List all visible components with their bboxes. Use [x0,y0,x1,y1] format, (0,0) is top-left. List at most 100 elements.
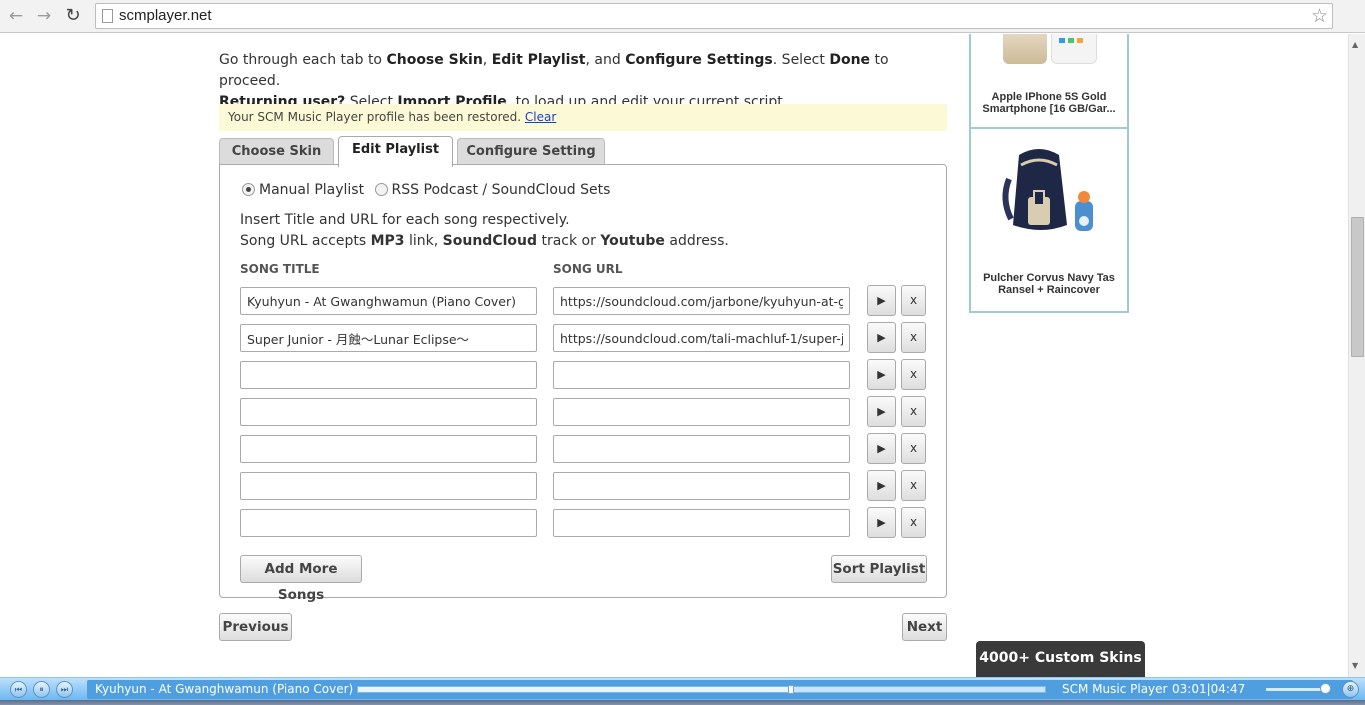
ad-caption-line: Smartphone [16 GB/Gar... [982,103,1116,115]
bookmark-star-icon[interactable]: ☆ [1311,5,1328,27]
app-icon-image [1077,38,1083,43]
page-scrollbar[interactable]: ▲ ▼ [1348,34,1365,677]
intro-text-part: Go through each tab to [219,52,387,68]
song-title-input[interactable] [240,398,537,426]
sort-playlist-button[interactable]: Sort Playlist [831,555,927,583]
song-row: ▶ x [240,396,930,427]
instr-part: track or [537,233,601,249]
pause-icon[interactable]: ⏸ [33,681,50,698]
song-url-input[interactable] [553,361,850,389]
ad-item-backpack[interactable]: Pulcher Corvus Navy Tas Ransel + Raincov… [971,131,1127,313]
remove-song-button[interactable]: x [901,433,926,464]
player-name: SCM Music Player [1062,682,1168,696]
song-url-input[interactable] [553,435,850,463]
intro-text-part: , and [585,52,626,68]
song-row: ▶ x [240,470,930,501]
previous-track-icon[interactable]: ⏮ [10,681,27,698]
next-button[interactable]: Next [902,613,947,641]
now-playing-title[interactable]: Kyuhyun - At Gwanghwamun (Piano Cover) [95,681,353,698]
song-url-input[interactable] [553,287,850,315]
notice-text: Your SCM Music Player profile has been r… [228,110,525,124]
song-url-input[interactable] [553,509,850,537]
intro-text-part: , [482,52,492,68]
song-row: ▶ x [240,359,930,390]
volume-knob[interactable] [1320,683,1331,694]
remove-song-button[interactable]: x [901,396,926,427]
play-song-button[interactable]: ▶ [867,470,896,501]
edit-playlist-panel: Manual Playlist RSS Podcast / SoundCloud… [219,164,947,603]
song-row: ▶ x [240,433,930,464]
intro-done: Done [829,52,871,68]
sidebar-ad[interactable]: Apple IPhone 5S Gold Smartphone [16 GB/G… [969,34,1129,313]
play-song-button[interactable]: ▶ [867,433,896,464]
address-bar[interactable]: scmplayer.net ☆ [95,3,1333,29]
back-arrow-icon[interactable]: ← [5,6,27,26]
rss-podcast-label[interactable]: RSS Podcast / SoundCloud Sets [392,182,611,198]
remove-song-button[interactable]: x [901,470,926,501]
playlist-mode: Manual Playlist RSS Podcast / SoundCloud… [242,182,616,198]
scroll-down-arrow-icon[interactable]: ▼ [1352,661,1358,670]
tab-configure-setting[interactable]: Configure Setting [457,138,605,166]
song-title-input[interactable] [240,361,537,389]
gold-phone-image [1003,34,1047,64]
playback-progress[interactable] [357,685,1046,694]
volume-slider[interactable] [1266,688,1328,691]
song-url-input[interactable] [553,472,850,500]
restored-notice: Your SCM Music Player profile has been r… [219,104,947,131]
expand-playlist-icon[interactable]: ⊕ [1342,681,1359,698]
play-song-button[interactable]: ▶ [867,285,896,316]
next-track-icon[interactable]: ⏭ [56,681,73,698]
instr-part: Song URL accepts [240,233,371,249]
url-text[interactable]: scmplayer.net [119,7,212,24]
previous-button[interactable]: Previous [219,613,292,641]
play-song-button[interactable]: ▶ [867,322,896,353]
song-title-input[interactable] [240,435,537,463]
scroll-up-arrow-icon[interactable]: ▲ [1352,40,1358,49]
song-title-header: SONG TITLE [240,262,320,276]
clear-link[interactable]: Clear [525,110,556,124]
song-title-input[interactable] [240,287,537,315]
song-row: ▶ x [240,285,930,316]
remove-song-button[interactable]: x [901,507,926,538]
tab-choose-skin[interactable]: Choose Skin [219,138,334,166]
add-more-songs-button[interactable]: Add More Songs [240,555,362,603]
play-song-button[interactable]: ▶ [867,359,896,390]
os-taskbar [0,700,1365,705]
scrollbar-thumb[interactable] [1351,217,1364,357]
song-row: ▶ x [240,322,930,353]
intro-choose-skin: Choose Skin [386,52,483,68]
manual-playlist-label[interactable]: Manual Playlist [259,182,364,198]
remove-song-button[interactable]: x [901,285,926,316]
remove-song-button[interactable]: x [901,322,926,353]
intro-configure-settings: Configure Settings [625,52,773,68]
ad-item-iphone[interactable]: Apple IPhone 5S Gold Smartphone [16 GB/G… [971,34,1127,129]
ad-caption-line: Apple IPhone 5S Gold [991,91,1107,103]
rss-podcast-radio[interactable] [374,183,388,196]
ad-caption-line: Pulcher Corvus Navy Tas [983,272,1115,284]
intro-edit-playlist: Edit Playlist [491,52,586,68]
tab-edit-playlist[interactable]: Edit Playlist [338,136,453,167]
playlist-instructions: Insert Title and URL for each song respe… [240,210,729,252]
play-song-button[interactable]: ▶ [867,507,896,538]
app-icon-image [1059,38,1065,43]
manual-playlist-radio[interactable] [242,183,255,196]
instr-part: address. [664,233,729,249]
playback-progress-knob[interactable] [787,685,794,694]
instr-youtube: Youtube [600,233,665,249]
song-title-input[interactable] [240,472,537,500]
white-phone-image [1051,34,1097,64]
playback-time: 03:01|04:47 [1172,682,1246,696]
song-url-input[interactable] [553,324,850,352]
forward-arrow-icon[interactable]: → [33,6,55,26]
custom-skins-badge[interactable]: 4000+ Custom Skins [976,641,1145,677]
ad-caption-line: Ransel + Raincover [998,284,1100,296]
song-title-input[interactable] [240,324,537,352]
instruction-line-2: Song URL accepts MP3 link, SoundCloud tr… [240,231,729,252]
remove-song-button[interactable]: x [901,359,926,390]
song-title-input[interactable] [240,509,537,537]
reload-icon[interactable]: ↻ [62,6,84,26]
play-song-button[interactable]: ▶ [867,396,896,427]
instr-soundcloud: SoundCloud [442,233,537,249]
song-url-input[interactable] [553,398,850,426]
backpack-image [1002,149,1093,231]
